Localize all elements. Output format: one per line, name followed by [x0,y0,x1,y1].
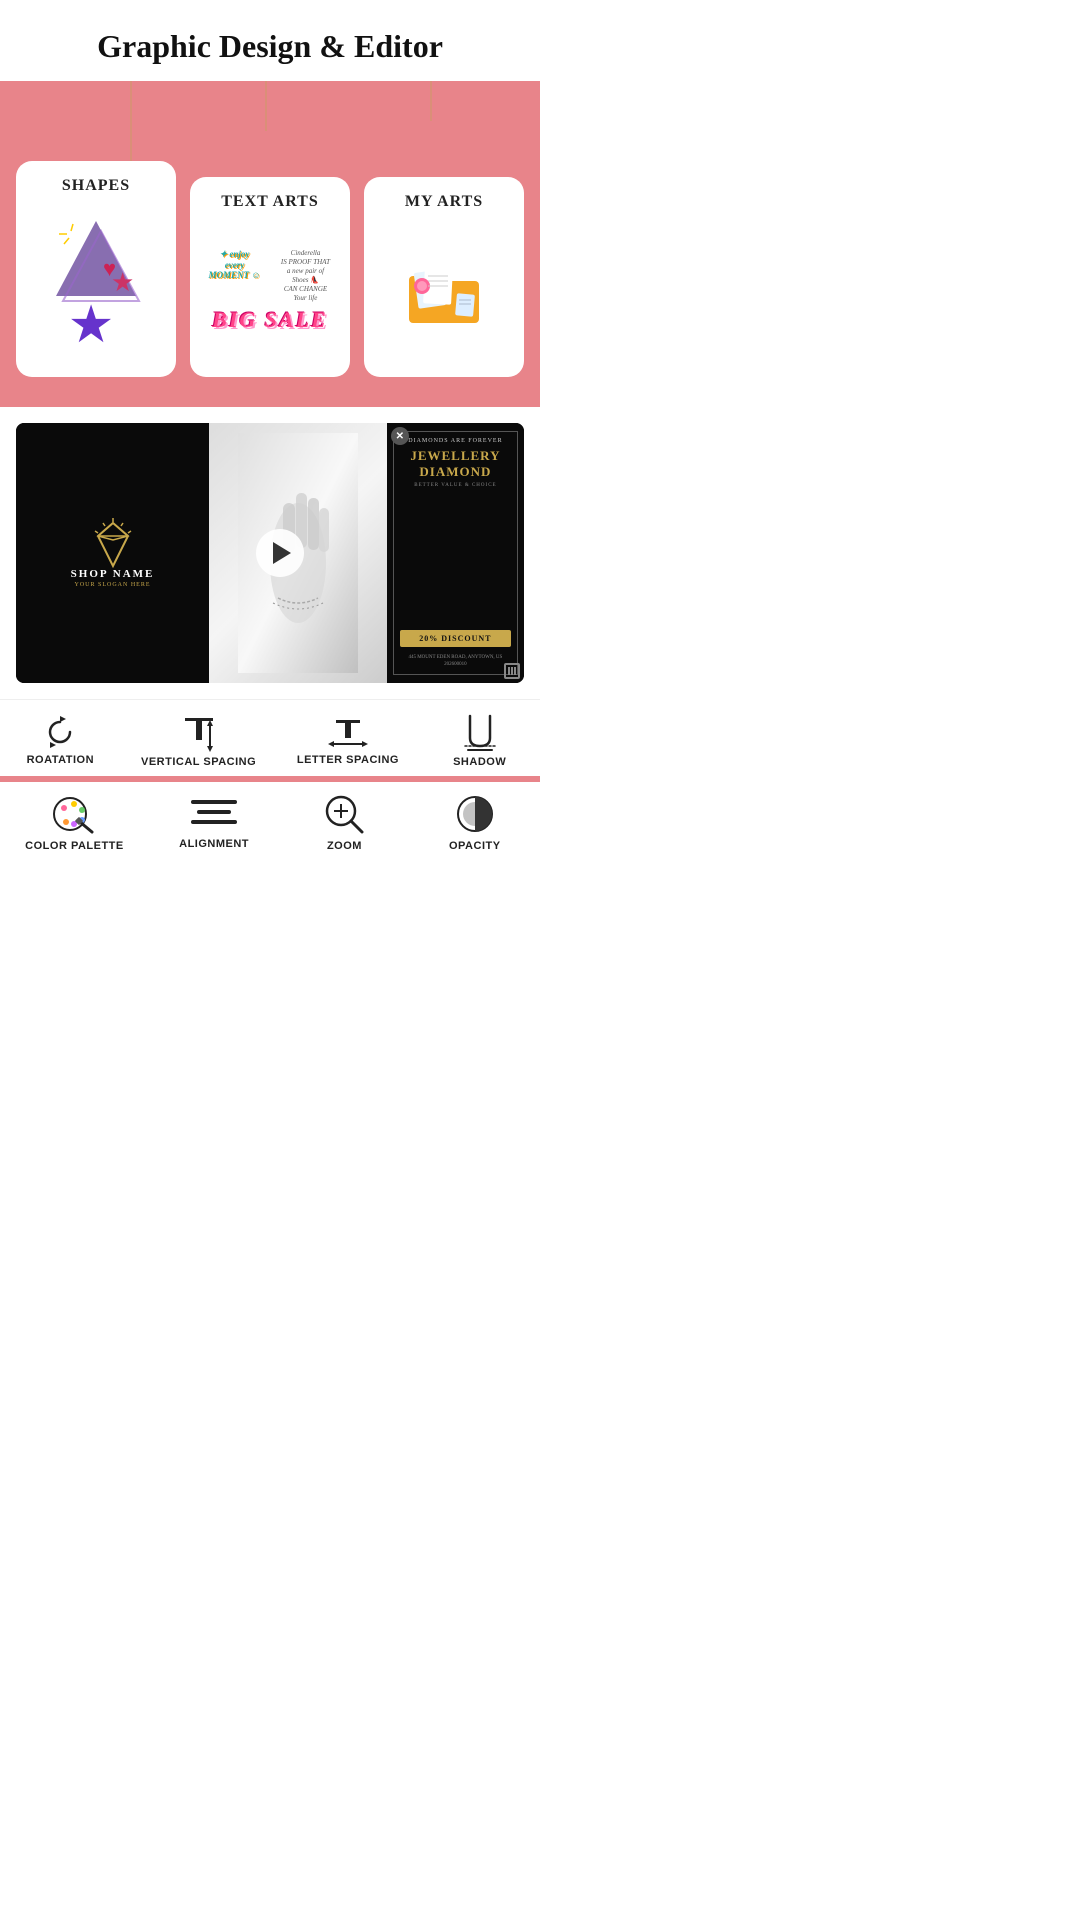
opacity-icon [455,794,495,834]
text-arts-card-image: ✦ enjoyeveryMOMENT ☺ CinderellaIS PROOF … [202,221,338,361]
play-triangle-icon [273,542,291,564]
shapes-visual: ★ ♥ ★ [28,205,164,361]
close-button[interactable]: ✕ [391,427,409,445]
rotation-icon [42,714,78,750]
bottom-toolbar: COLOR PALETTE ALIGNMENT ZOOM OPACITY [0,782,540,868]
play-button[interactable] [256,529,304,577]
my-arts-card[interactable]: MY ARTS [364,177,524,377]
color-palette-label: COLOR PALETTE [25,840,124,852]
shapes-card[interactable]: SHAPES [16,161,176,377]
ad-container: SHOP NAME YOUR SLOGAN HERE [16,423,524,683]
hanging-line-3 [430,81,432,121]
ad-section: SHOP NAME YOUR SLOGAN HERE [0,407,540,699]
text-arts-card[interactable]: TEXT ARTS ✦ enjoyeveryMOMENT ☺ Cinderell… [190,177,350,377]
big-sale-text: BIG SALE [212,307,328,333]
app-title: Graphic Design & Editor [20,28,520,65]
shadow-icon [462,712,498,752]
my-arts-card-title: MY ARTS [405,193,483,211]
opacity-label: OPACITY [449,840,501,852]
letter-spacing-label: LETTER SPACING [297,754,399,766]
cards-row: SHAPES [16,141,524,377]
hanging-line-1 [130,81,132,161]
shadow-label: SHADOW [453,756,506,768]
ad-left-panel: SHOP NAME YOUR SLOGAN HERE [16,423,209,683]
letter-spacing-tool[interactable]: LETTER SPACING [297,714,399,766]
better-value-text: BETTER VALUE & CHOICE [400,483,511,488]
zoom-icon [324,794,364,834]
color-palette-icon [52,794,96,834]
enjoy-text: ✦ enjoyeveryMOMENT ☺ [202,249,267,281]
main-toolbar: ROATATION VERTICAL SPACING LETTER SPACIN… [0,699,540,776]
jewellery-title-text: JEWELLERY DIAMOND [400,448,511,479]
address-text: 445 MOUNT EDEN ROAD, ANYTOWN, US 2026000… [400,654,511,668]
zoom-tool[interactable]: ZOOM [304,794,384,852]
discount-badge: 20% DISCOUNT [400,630,511,647]
rotation-label: ROATATION [27,754,94,766]
triangle-svg: ★ ♥ [51,216,141,306]
rotation-tool[interactable]: ROATATION [20,714,100,766]
shadow-tool[interactable]: SHADOW [440,712,520,768]
arts-folder-icon [404,256,484,326]
alignment-tool[interactable]: ALIGNMENT [174,796,254,850]
text-arts-visual: ✦ enjoyeveryMOMENT ☺ CinderellaIS PROOF … [202,249,338,334]
ad-right-inner: DIAMONDS ARE FOREVER JEWELLERY DIAMOND B… [393,431,518,675]
alignment-icon [189,796,239,832]
text-arts-card-title: TEXT ARTS [221,193,319,211]
pink-section: SHAPES [0,81,540,407]
shop-name-text: SHOP NAME [71,568,155,580]
resize-handle[interactable] [504,663,520,679]
vertical-spacing-label: VERTICAL SPACING [141,756,256,768]
alignment-label: ALIGNMENT [179,838,249,850]
ad-right-panel: ✕ DIAMONDS ARE FOREVER JEWELLERY DIAMOND… [387,423,524,683]
hanging-line-2 [265,81,267,131]
shapes-card-image: ★ ♥ ★ [28,205,164,361]
resize-icon [508,667,516,675]
cinderella-text: CinderellaIS PROOF THATa new pair ofShoe… [273,249,338,304]
shop-slogan-text: YOUR SLOGAN HERE [75,582,151,588]
zoom-label: ZOOM [327,840,362,852]
vertical-spacing-icon [181,712,217,752]
opacity-tool[interactable]: OPACITY [435,794,515,852]
diamond-logo-icon [88,518,138,568]
svg-text:♥: ♥ [103,256,116,281]
letter-spacing-icon [328,714,368,750]
color-palette-tool[interactable]: COLOR PALETTE [25,794,124,852]
header: Graphic Design & Editor [0,0,540,81]
diamonds-forever-text: DIAMONDS ARE FOREVER [400,438,511,444]
my-arts-card-image [376,221,512,361]
vertical-spacing-tool[interactable]: VERTICAL SPACING [141,712,256,768]
shapes-card-title: SHAPES [62,177,130,195]
